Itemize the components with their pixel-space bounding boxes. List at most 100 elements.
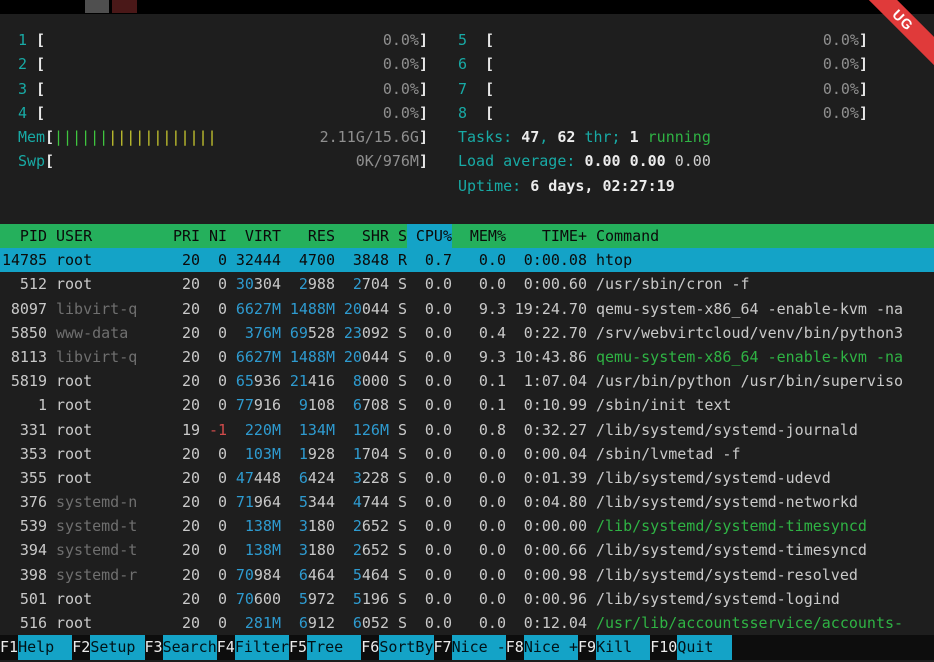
fkey-f5[interactable]: F5Tree: [289, 635, 361, 660]
cell-shr: 8000: [335, 369, 389, 393]
cell-pid: 516: [2, 611, 47, 635]
cell-res: 21416: [281, 369, 335, 393]
cell-command: /lib/systemd/systemd-udevd: [587, 466, 934, 490]
cell-shr: 1704: [335, 442, 389, 466]
column-header-cpu[interactable]: CPU%: [407, 224, 452, 248]
cell-mem-percent: 0.0: [452, 442, 506, 466]
fkey-f1[interactable]: F1Help: [0, 635, 72, 660]
fkey-f2[interactable]: F2Setup: [72, 635, 144, 660]
cell-shr: 2652: [335, 538, 389, 562]
cpu-meter-4-value: 0.0%: [383, 101, 419, 125]
cell-shr: 5464: [335, 563, 389, 587]
cpu-meter-3-gauge: 0.0%: [45, 77, 419, 101]
process-row[interactable]: 353root200103M19281704S0.00.00:00.04/sbi…: [0, 442, 934, 466]
cell-time: 0:00.08: [506, 248, 587, 272]
cell-pri: 20: [173, 466, 200, 490]
column-header-ni[interactable]: NI: [200, 224, 227, 248]
f4-key-label: F4: [217, 635, 235, 660]
cpu-meter-5-label: 5: [458, 28, 485, 52]
f10-key-label: F10: [650, 635, 677, 660]
cpu-meter-4-label: 4: [18, 101, 36, 125]
fkey-f8[interactable]: F8Nice +: [506, 635, 578, 660]
cell-ni: 0: [200, 563, 227, 587]
fkey-f4[interactable]: F4Filter: [217, 635, 289, 660]
process-table-header: PIDUSERPRINIVIRTRESSHRSCPU%MEM%TIME+Comm…: [0, 224, 934, 248]
cell-user: www-data: [47, 321, 173, 345]
cell-pid: 394: [2, 538, 47, 562]
column-header-shr[interactable]: SHR: [335, 224, 389, 248]
process-row[interactable]: 331root19-1220M134M126MS0.00.80:32.27/li…: [0, 418, 934, 442]
cell-pri: 20: [173, 248, 200, 272]
process-row[interactable]: 516root200281M69126052S0.00.00:12.04/usr…: [0, 611, 934, 635]
process-row[interactable]: 376systemd-n2007196453444744S0.00.00:04.…: [0, 490, 934, 514]
process-row[interactable]: 355root2004744864243228S0.00.00:01.39/li…: [0, 466, 934, 490]
cpu-meter-4: 4[0.0%]: [18, 101, 428, 125]
process-row[interactable]: 398systemd-r2007098464645464S0.00.00:00.…: [0, 563, 934, 587]
column-header-virt[interactable]: VIRT: [227, 224, 281, 248]
process-row[interactable]: 8113libvirt-q2006627M1488M20044S0.09.310…: [0, 345, 934, 369]
htop-terminal-screen: UG 1[0.0%]2[0.0%]3[0.0%]4[0.0%]Mem[|||||…: [0, 0, 934, 662]
cell-user: root: [47, 418, 173, 442]
fkey-f3[interactable]: F3Search: [145, 635, 217, 660]
column-header-s[interactable]: S: [389, 224, 407, 248]
cell-user: systemd-t: [47, 538, 173, 562]
fkey-f10[interactable]: F10Quit: [650, 635, 731, 660]
process-row[interactable]: 5850www-data200376M6952823092S0.00.40:22…: [0, 321, 934, 345]
column-header-pri[interactable]: PRI: [173, 224, 200, 248]
cell-state: S: [389, 466, 407, 490]
cell-ni: 0: [200, 587, 227, 611]
cell-res: 1928: [281, 442, 335, 466]
column-header-time[interactable]: TIME+: [506, 224, 587, 248]
cell-time: 0:04.80: [506, 490, 587, 514]
process-row[interactable]: 394systemd-t200138M31802652S0.00.00:00.6…: [0, 538, 934, 562]
cpu-meter-7-label: 7: [458, 77, 485, 101]
cell-state: S: [389, 369, 407, 393]
cell-user: root: [47, 442, 173, 466]
meters-left-column: 1[0.0%]2[0.0%]3[0.0%]4[0.0%]Mem[||||||||…: [18, 28, 428, 174]
column-header-command[interactable]: Command: [587, 224, 934, 248]
column-header-res[interactable]: RES: [281, 224, 335, 248]
f9-action-label: Kill: [596, 635, 650, 660]
cell-virt: 32444: [227, 248, 281, 272]
cell-command: /usr/bin/python /usr/bin/superviso: [587, 369, 934, 393]
fkey-f7[interactable]: F7Nice -: [434, 635, 506, 660]
cell-time: 0:00.96: [506, 587, 587, 611]
cell-command: /lib/systemd/systemd-resolved: [587, 563, 934, 587]
titlebar-fragment-2: [112, 0, 137, 13]
mem-meter-value: 2.11G/15.6G: [320, 125, 419, 149]
cell-state: S: [389, 587, 407, 611]
cpu-meter-7-value: 0.0%: [823, 77, 859, 101]
cell-shr: 6052: [335, 611, 389, 635]
titlebar-fragment: [85, 0, 109, 13]
process-row[interactable]: 539systemd-t200138M31802652S0.00.00:00.0…: [0, 514, 934, 538]
process-row[interactable]: 512root2003030429882704S0.00.00:00.60/us…: [0, 272, 934, 296]
cell-pid: 1: [2, 393, 47, 417]
cell-ni: 0: [200, 321, 227, 345]
cell-pid: 355: [2, 466, 47, 490]
cell-pri: 20: [173, 345, 200, 369]
cpu-meter-4-gauge: 0.0%: [45, 101, 419, 125]
process-row[interactable]: 8097libvirt-q2006627M1488M20044S0.09.319…: [0, 297, 934, 321]
meters-right-column: 5[0.0%]6[0.0%]7[0.0%]8[0.0%]Tasks: 47, 6…: [458, 28, 868, 198]
cell-pri: 20: [173, 297, 200, 321]
column-header-user[interactable]: USER: [47, 224, 173, 248]
cell-state: S: [389, 345, 407, 369]
cell-pid: 5850: [2, 321, 47, 345]
cell-cpu-percent: 0.7: [407, 248, 452, 272]
process-row[interactable]: 501root2007060059725196S0.00.00:00.96/li…: [0, 587, 934, 611]
cell-command: /lib/systemd/systemd-networkd: [587, 490, 934, 514]
fkey-f9[interactable]: F9Kill: [578, 635, 650, 660]
column-header-pid[interactable]: PID: [2, 224, 47, 248]
fkey-f6[interactable]: F6SortBy: [361, 635, 433, 660]
cell-time: 0:32.27: [506, 418, 587, 442]
f5-action-label: Tree: [307, 635, 361, 660]
f2-key-label: F2: [72, 635, 90, 660]
cell-res: 134M: [281, 418, 335, 442]
process-table: PIDUSERPRINIVIRTRESSHRSCPU%MEM%TIME+Comm…: [0, 224, 934, 635]
cell-mem-percent: 0.8: [452, 418, 506, 442]
process-row[interactable]: 5819root20065936214168000S0.00.11:07.04/…: [0, 369, 934, 393]
process-row[interactable]: 1root2007791691086708S0.00.10:10.99/sbin…: [0, 393, 934, 417]
cell-pri: 20: [173, 514, 200, 538]
process-row[interactable]: 14785root2003244447003848R0.70.00:00.08h…: [0, 248, 934, 272]
column-header-mem[interactable]: MEM%: [452, 224, 506, 248]
